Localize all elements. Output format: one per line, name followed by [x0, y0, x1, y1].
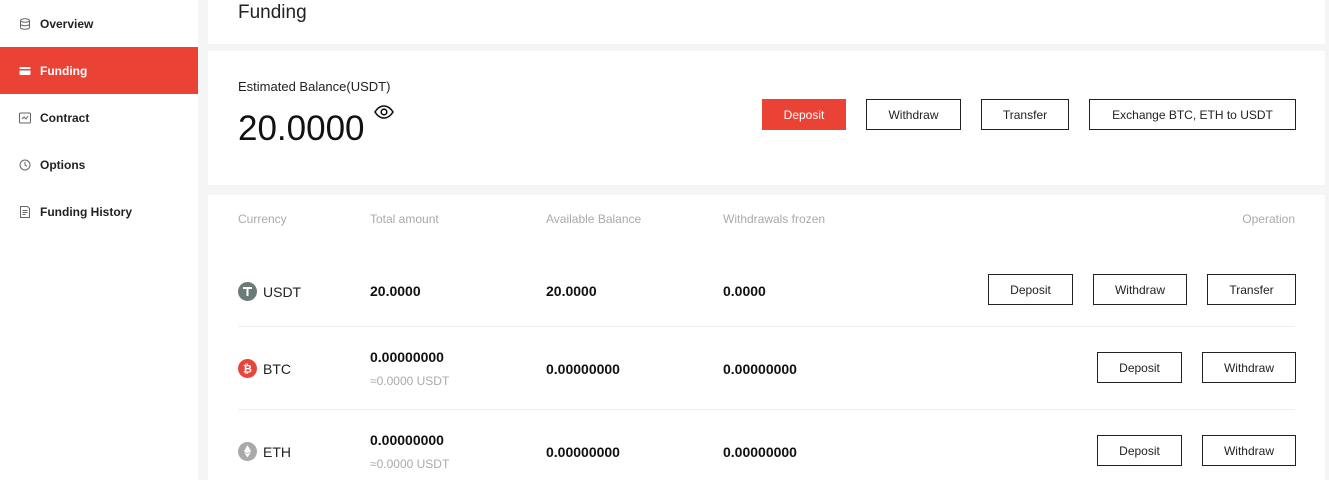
balance-label: Estimated Balance(USDT): [238, 79, 391, 94]
header-operation: Operation: [1242, 212, 1295, 226]
database-icon: [18, 17, 31, 30]
row-withdraw-button[interactable]: Withdraw: [1093, 274, 1187, 305]
row-divider: [238, 326, 1295, 327]
row-deposit-button[interactable]: Deposit: [1097, 435, 1182, 466]
page-header: Funding: [208, 0, 1325, 44]
total-amount: 20.0000: [370, 283, 421, 299]
main-content: Funding Estimated Balance(USDT) 20.0000 …: [208, 0, 1325, 480]
total-amount: 0.00000000: [370, 349, 444, 365]
available-balance: 0.00000000: [546, 361, 620, 377]
header-currency: Currency: [238, 212, 287, 226]
table-row-currency: ETH: [238, 442, 291, 461]
deposit-button[interactable]: Deposit: [762, 99, 846, 130]
row-deposit-button[interactable]: Deposit: [988, 274, 1073, 305]
sidebar-item-label: Funding History: [40, 204, 132, 219]
sidebar-item-label: Contract: [40, 110, 90, 125]
header-available: Available Balance: [546, 212, 642, 226]
withdraw-button[interactable]: Withdraw: [866, 99, 961, 130]
header-total: Total amount: [370, 212, 439, 226]
row-divider: [238, 409, 1295, 410]
row-deposit-button[interactable]: Deposit: [1097, 352, 1182, 383]
sidebar-item-funding-history[interactable]: Funding History: [0, 188, 198, 235]
page-title: Funding: [238, 2, 307, 23]
exchange-button[interactable]: Exchange BTC, ETH to USDT: [1089, 99, 1296, 130]
total-amount: 0.00000000: [370, 432, 444, 448]
contract-icon: [18, 111, 31, 124]
total-usdt-equivalent: ≈0.0000 USDT: [370, 457, 450, 471]
available-balance: 0.00000000: [546, 444, 620, 460]
sidebar-item-label: Options: [40, 157, 86, 172]
sidebar-item-label: Funding: [40, 63, 88, 78]
row-transfer-button[interactable]: Transfer: [1207, 274, 1296, 305]
document-icon: [18, 205, 31, 218]
sidebar-item-options[interactable]: Options: [0, 141, 198, 188]
header-frozen: Withdrawals frozen: [723, 212, 826, 226]
balance-card: Estimated Balance(USDT) 20.0000 Deposit …: [208, 51, 1325, 185]
sidebar-item-label: Overview: [40, 16, 94, 31]
svg-text:₿: ₿: [243, 363, 252, 376]
sidebar-item-contract[interactable]: Contract: [0, 94, 198, 141]
available-balance: 20.0000: [546, 283, 597, 299]
assets-table: Currency Total amount Available Balance …: [208, 195, 1325, 480]
table-row-currency: USDT: [238, 282, 301, 301]
currency-name: ETH: [263, 443, 291, 460]
row-withdraw-button[interactable]: Withdraw: [1202, 435, 1296, 466]
transfer-button[interactable]: Transfer: [981, 99, 1069, 130]
row-withdraw-button[interactable]: Withdraw: [1202, 352, 1296, 383]
withdrawals-frozen: 0.00000000: [723, 444, 797, 460]
clock-icon: [18, 158, 31, 171]
total-usdt-equivalent: ≈0.0000 USDT: [370, 374, 450, 388]
eth-icon: [238, 442, 257, 461]
sidebar: Overview Funding Contract Options Fundin…: [0, 0, 198, 480]
currency-name: BTC: [263, 360, 291, 377]
sidebar-item-overview[interactable]: Overview: [0, 0, 198, 47]
btc-icon: ₿: [238, 359, 257, 378]
withdrawals-frozen: 0.0000: [723, 283, 766, 299]
balance-value: 20.0000: [238, 109, 365, 148]
currency-name: USDT: [263, 283, 302, 300]
table-row-currency: ₿ BTC: [238, 359, 291, 378]
sidebar-item-funding[interactable]: Funding: [0, 47, 198, 94]
usdt-icon: [238, 282, 257, 301]
eye-icon[interactable]: [374, 104, 394, 120]
withdrawals-frozen: 0.00000000: [723, 361, 797, 377]
wallet-icon: [18, 64, 31, 77]
